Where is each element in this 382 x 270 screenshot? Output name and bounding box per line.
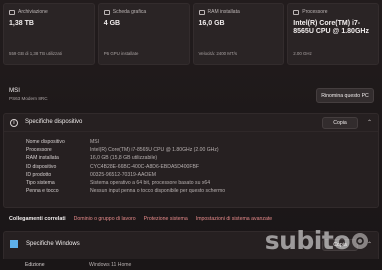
card-subtext: P6 GPU installate <box>103 51 139 56</box>
card-caption: Scheda grafica <box>112 9 147 15</box>
spec-value: 16,0 GB (15,8 GB utilizzabile) <box>90 155 158 162</box>
card-value: 4 GB <box>103 20 121 27</box>
spec-row: Tipo sistema Sistema operativo a 64 bit, … <box>26 179 225 187</box>
card-value: 1,38 TB <box>9 20 34 27</box>
edition-row: Edizione Windows 11 Home <box>25 262 131 268</box>
spec-value: CYC4B28E-66BC-400C-A8D6-EBDA5D400FBF <box>90 163 199 170</box>
about-system-page: Archiviazione 1,38 TB 559 GB di 1,38 TB … <box>0 0 382 270</box>
windows-logo-icon <box>10 240 18 248</box>
spec-key: Nome dispositivo <box>26 139 65 146</box>
spec-value: 00325-96512-70319-AAOEM <box>90 171 156 178</box>
spec-value: Sistema operativo a 64 bit, processore b… <box>90 180 211 187</box>
storage-icon <box>9 9 15 15</box>
subito-watermark: subito <box>265 226 368 255</box>
spec-key: Tipo sistema <box>26 180 55 187</box>
related-links-label: Collegamenti correlati <box>9 216 66 222</box>
device-specs-list: Nome dispositivo MSI Processore Intel(R) C… <box>26 138 225 195</box>
device-model: PS63 Modern 8RC <box>9 96 48 101</box>
ram-card[interactable]: RAM installata 16,0 GB Velocità: 2400 MT… <box>192 3 285 65</box>
spec-row: RAM installata 16,0 GB (15,8 GB utilizzab… <box>26 154 225 162</box>
system-protection-link[interactable]: Protezione sistema <box>144 216 188 222</box>
windows-specs-title: Specifiche Windows <box>26 241 80 247</box>
related-links-bar: Collegamenti correlati Dominio o gruppo … <box>0 212 382 226</box>
chevron-up-icon[interactable]: ⌃ <box>367 119 372 126</box>
spec-value: Windows 11 Home <box>89 262 132 268</box>
graphics-card[interactable]: Scheda grafica 4 GB P6 GPU installate <box>97 3 190 65</box>
advanced-system-settings-link[interactable]: Impostazioni di sistema avanzate <box>196 216 272 222</box>
spec-value: Nessun input penna o tocco disponibile p… <box>90 188 226 195</box>
spec-key: Penna e tocco <box>26 188 59 195</box>
summary-cards: Archiviazione 1,38 TB 559 GB di 1,38 TB … <box>3 3 379 65</box>
spec-key: Edizione <box>25 262 45 268</box>
card-subtext: 2.00 GHz <box>293 51 312 56</box>
card-subtext: Velocità: 2400 MT/s <box>198 51 238 56</box>
spec-key: ID dispositivo <box>26 163 57 170</box>
watermark-text: subito <box>264 226 351 255</box>
device-name: MSI <box>9 87 21 94</box>
card-value: Intel(R) Core(TM) i7-8565U CPU @ 1.80GHz <box>293 20 369 35</box>
device-specs-panel: i Specifiche dispositivo Copia ⌃ Nome di… <box>3 113 379 208</box>
spec-key: Processore <box>26 147 52 154</box>
watermark-logo-icon <box>352 232 368 249</box>
storage-card[interactable]: Archiviazione 1,38 TB 559 GB di 1,38 TB … <box>3 3 95 65</box>
card-caption: Archiviazione <box>18 9 48 15</box>
card-caption: RAM installata <box>207 9 240 15</box>
ram-icon <box>198 9 205 15</box>
spec-key: RAM installata <box>26 155 59 162</box>
rename-pc-button[interactable]: Rinomina questo PC <box>316 88 374 103</box>
device-specs-header[interactable]: i Specifiche dispositivo Copia ⌃ <box>4 114 378 132</box>
info-icon: i <box>10 119 18 127</box>
spec-value: MSI <box>90 139 100 146</box>
device-specs-title: Specifiche dispositivo <box>25 119 83 125</box>
spec-row: ID dispositivo CYC4B28E-66BC-400C-A8D6-EB… <box>26 163 225 171</box>
spec-row: Penna e tocco Nessun input penna o tocco … <box>26 187 225 195</box>
spec-row: Nome dispositivo MSI <box>26 138 225 146</box>
card-subtext: 559 GB di 1,38 TB utilizzati <box>9 51 62 56</box>
spec-row: ID prodotto 00325-96512-70319-AAOEM <box>26 171 225 179</box>
card-caption: Processore <box>302 9 328 15</box>
graphics-card-icon <box>103 9 110 15</box>
spec-value: Intel(R) Core(TM) i7-8565U CPU @ 1.80GHz… <box>90 147 219 154</box>
processor-icon <box>293 9 300 15</box>
spec-row: Processore Intel(R) Core(TM) i7-8565U CPU… <box>26 146 225 154</box>
copy-device-specs-button[interactable]: Copia <box>322 117 358 129</box>
card-value: 16,0 GB <box>198 20 225 27</box>
device-header: MSI PS63 Modern 8RC Rinomina questo PC <box>0 82 382 110</box>
spec-key: ID prodotto <box>26 171 52 178</box>
processor-card[interactable]: Processore Intel(R) Core(TM) i7-8565U CP… <box>287 3 379 65</box>
domain-workgroup-link[interactable]: Dominio o gruppo di lavoro <box>74 216 136 222</box>
